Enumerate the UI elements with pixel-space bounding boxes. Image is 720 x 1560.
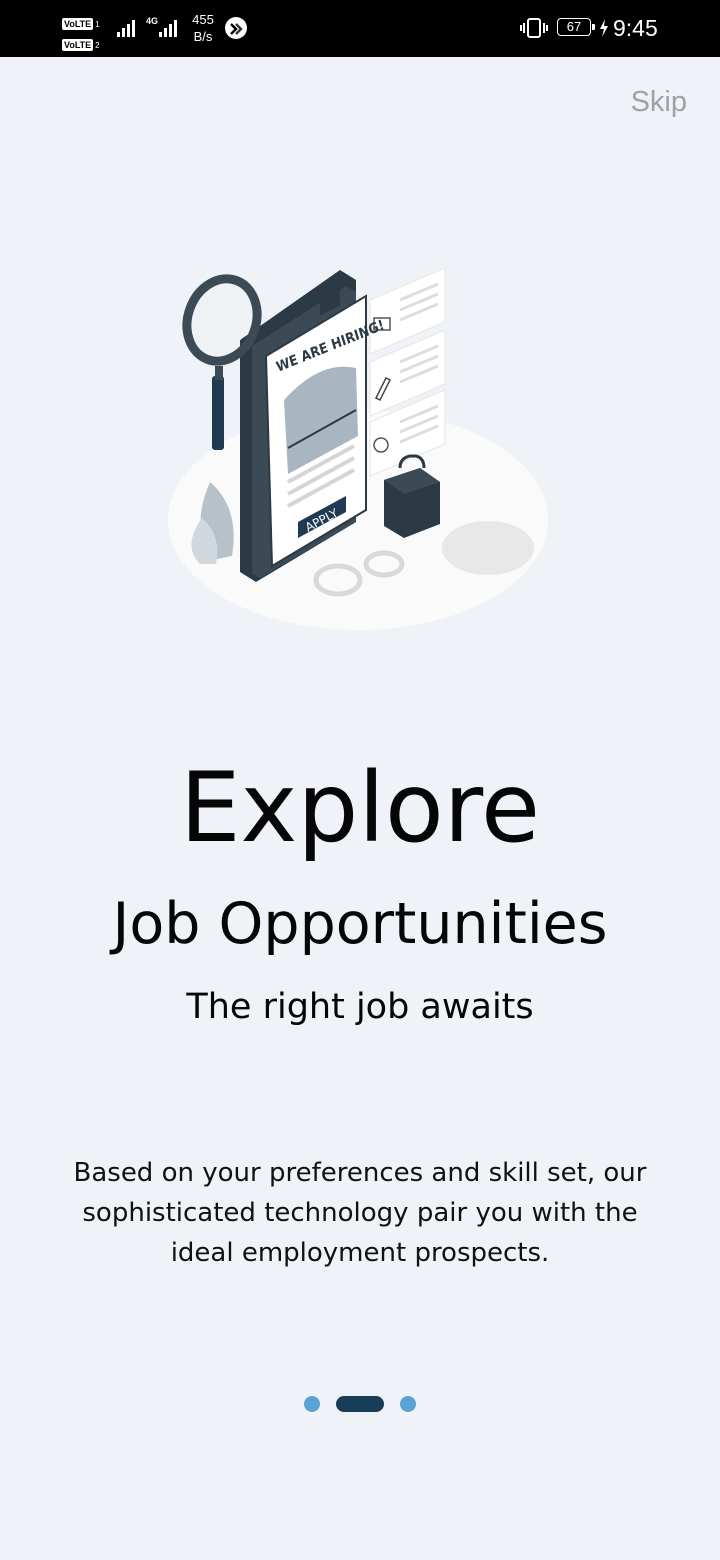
charging-icon — [600, 19, 608, 37]
signal-icon — [159, 20, 177, 37]
volte-label: VoLTE — [62, 39, 94, 51]
page-dot-3[interactable] — [400, 1396, 416, 1412]
page-subtitle: Job Opportunities — [112, 891, 608, 957]
description: Based on your preferences and skill set,… — [73, 1158, 647, 1268]
skip-button[interactable]: Skip — [631, 86, 687, 119]
pagination-dots — [0, 1396, 720, 1412]
network-type: 4G — [146, 16, 159, 26]
battery-indicator: 67 — [557, 18, 595, 36]
volte-badge-sim-1: VoLTE 1 — [62, 12, 100, 30]
speed-value: 455 — [192, 12, 214, 27]
page-dot-2-active[interactable] — [336, 1396, 384, 1412]
cast-icon — [225, 17, 247, 39]
status-bar: VoLTE 1 VoLTE 2 4G 455 B/s 67 9:45 — [0, 0, 720, 57]
sim-number: 1 — [95, 20, 100, 29]
page-dot-1[interactable] — [304, 1396, 320, 1412]
speed-unit: B/s — [193, 29, 213, 44]
tagline: The right job awaits — [186, 987, 534, 1027]
volte-badge-sim-2: VoLTE 2 — [62, 33, 100, 51]
network-speed: 455 B/s — [186, 11, 220, 45]
sim-number: 2 — [95, 41, 100, 50]
signal-icon — [117, 20, 135, 37]
vibrate-icon — [520, 18, 548, 38]
hiring-illustration: WE ARE HIRING! APPLY — [168, 267, 548, 630]
clock: 9:45 — [613, 15, 658, 41]
volte-label: VoLTE — [62, 18, 94, 30]
page-title: Explore — [179, 752, 541, 864]
